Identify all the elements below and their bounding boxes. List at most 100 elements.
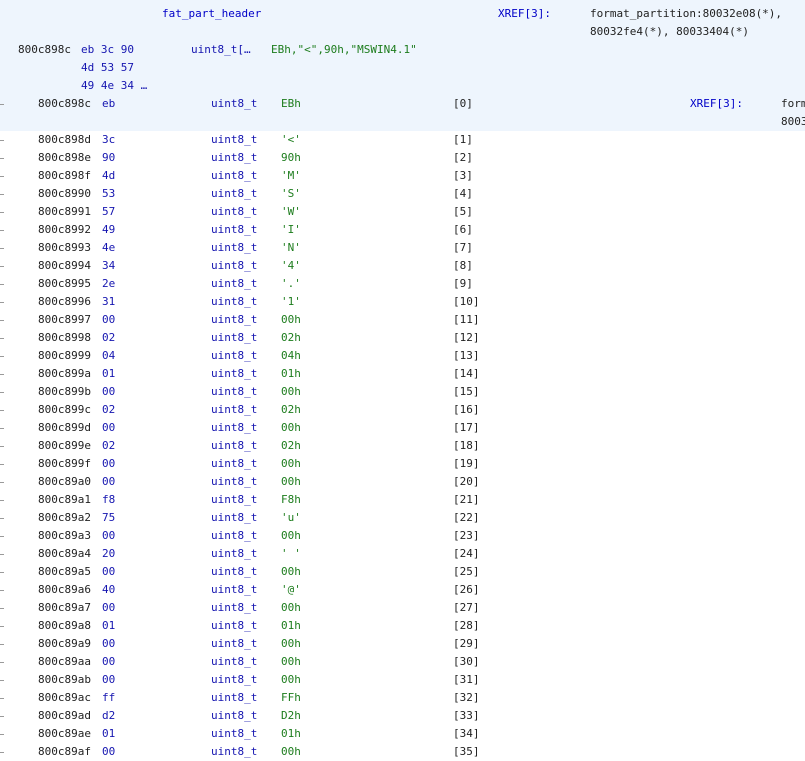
row-address[interactable]: 800c89ae <box>38 725 91 743</box>
row-type[interactable]: uint8_t <box>211 131 257 149</box>
listing-row[interactable]: 800c8997 00 uint8_t 00h [11] <box>0 311 805 329</box>
row-address[interactable]: 800c899f <box>38 455 91 473</box>
listing-row[interactable]: 800c899d 00 uint8_t 00h [17] <box>0 419 805 437</box>
listing-row[interactable]: 800c8993 4e uint8_t 'N' [7] <box>0 239 805 257</box>
listing-row[interactable]: 800c89a9 00 uint8_t 00h [29] <box>0 635 805 653</box>
listing-row[interactable]: 800c8994 34 uint8_t '4' [8] <box>0 257 805 275</box>
row-address[interactable]: 800c8994 <box>38 257 91 275</box>
row-address[interactable]: 800c8995 <box>38 275 91 293</box>
row-address[interactable]: 800c898e <box>38 149 91 167</box>
first-element-xref-2[interactable]: 8003 <box>781 113 805 131</box>
row-address[interactable]: 800c8990 <box>38 185 91 203</box>
listing-row[interactable]: 800c89a3 00 uint8_t 00h [23] <box>0 527 805 545</box>
row-type[interactable]: uint8_t <box>211 401 257 419</box>
listing-row[interactable]: 800c89a7 00 uint8_t 00h [27] <box>0 599 805 617</box>
first-element-type[interactable]: uint8_t <box>211 95 257 113</box>
listing-row[interactable]: 800c89a6 40 uint8_t '@' [26] <box>0 581 805 599</box>
row-address[interactable]: 800c8993 <box>38 239 91 257</box>
row-address[interactable]: 800c8992 <box>38 221 91 239</box>
row-address[interactable]: 800c89ab <box>38 671 91 689</box>
row-type[interactable]: uint8_t <box>211 581 257 599</box>
row-type[interactable]: uint8_t <box>211 293 257 311</box>
row-type[interactable]: uint8_t <box>211 437 257 455</box>
listing-row[interactable]: 800c8998 02 uint8_t 02h [12] <box>0 329 805 347</box>
listing-row[interactable]: 800c89ad d2 uint8_t D2h [33] <box>0 707 805 725</box>
struct-address[interactable]: 800c898c <box>18 41 71 59</box>
listing-row[interactable]: 800c89a4 20 uint8_t ' ' [24] <box>0 545 805 563</box>
listing-row[interactable]: 800c89a0 00 uint8_t 00h [20] <box>0 473 805 491</box>
row-address[interactable]: 800c89ac <box>38 689 91 707</box>
row-address[interactable]: 800c8997 <box>38 311 91 329</box>
row-address[interactable]: 800c899e <box>38 437 91 455</box>
first-element-xref-1[interactable]: form <box>781 95 805 113</box>
row-type[interactable]: uint8_t <box>211 167 257 185</box>
row-address[interactable]: 800c8998 <box>38 329 91 347</box>
row-type[interactable]: uint8_t <box>211 563 257 581</box>
row-address[interactable]: 800c89a8 <box>38 617 91 635</box>
row-type[interactable]: uint8_t <box>211 275 257 293</box>
listing-row[interactable]: 800c89ae 01 uint8_t 01h [34] <box>0 725 805 743</box>
row-type[interactable]: uint8_t <box>211 707 257 725</box>
row-address[interactable]: 800c8999 <box>38 347 91 365</box>
row-type[interactable]: uint8_t <box>211 203 257 221</box>
listing-row[interactable]: 800c89af 00 uint8_t 00h [35] <box>0 743 805 761</box>
struct-label[interactable]: fat_part_header <box>162 5 261 23</box>
row-type[interactable]: uint8_t <box>211 545 257 563</box>
row-type[interactable]: uint8_t <box>211 617 257 635</box>
row-type[interactable]: uint8_t <box>211 455 257 473</box>
listing-row[interactable]: 800c899a 01 uint8_t 01h [14] <box>0 365 805 383</box>
row-address[interactable]: 800c899d <box>38 419 91 437</box>
row-address[interactable]: 800c89a1 <box>38 491 91 509</box>
row-address[interactable]: 800c898f <box>38 167 91 185</box>
listing-row[interactable]: 800c89aa 00 uint8_t 00h [30] <box>0 653 805 671</box>
listing-row[interactable]: 800c898d 3c uint8_t '<' [1] <box>0 131 805 149</box>
row-type[interactable]: uint8_t <box>211 599 257 617</box>
row-type[interactable]: uint8_t <box>211 491 257 509</box>
row-type[interactable]: uint8_t <box>211 239 257 257</box>
first-element-address[interactable]: 800c898c <box>38 95 91 113</box>
row-address[interactable]: 800c8991 <box>38 203 91 221</box>
listing-row[interactable]: 800c8999 04 uint8_t 04h [13] <box>0 347 805 365</box>
row-type[interactable]: uint8_t <box>211 473 257 491</box>
listing-row[interactable]: 800c89ab 00 uint8_t 00h [31] <box>0 671 805 689</box>
row-type[interactable]: uint8_t <box>211 185 257 203</box>
listing-row[interactable]: 800c89a2 75 uint8_t 'u' [22] <box>0 509 805 527</box>
row-type[interactable]: uint8_t <box>211 671 257 689</box>
row-type[interactable]: uint8_t <box>211 527 257 545</box>
struct-type[interactable]: uint8_t[… <box>191 41 251 59</box>
listing-row[interactable]: 800c8990 53 uint8_t 'S' [4] <box>0 185 805 203</box>
listing-row[interactable]: 800c898f 4d uint8_t 'M' [3] <box>0 167 805 185</box>
row-type[interactable]: uint8_t <box>211 509 257 527</box>
row-type[interactable]: uint8_t <box>211 149 257 167</box>
row-type[interactable]: uint8_t <box>211 329 257 347</box>
row-type[interactable]: uint8_t <box>211 383 257 401</box>
listing-row[interactable]: 800c8992 49 uint8_t 'I' [6] <box>0 221 805 239</box>
row-address[interactable]: 800c89af <box>38 743 91 761</box>
row-type[interactable]: uint8_t <box>211 257 257 275</box>
listing-row[interactable]: 800c899e 02 uint8_t 02h [18] <box>0 437 805 455</box>
row-type[interactable]: uint8_t <box>211 221 257 239</box>
listing-row[interactable]: 800c89a8 01 uint8_t 01h [28] <box>0 617 805 635</box>
listing-row[interactable]: 800c899c 02 uint8_t 02h [16] <box>0 401 805 419</box>
listing-row[interactable]: 800c89ac ff uint8_t FFh [32] <box>0 689 805 707</box>
row-address[interactable]: 800c898d <box>38 131 91 149</box>
listing-row[interactable]: 800c898e 90 uint8_t 90h [2] <box>0 149 805 167</box>
listing-row[interactable]: 800c89a1 f8 uint8_t F8h [21] <box>0 491 805 509</box>
row-address[interactable]: 800c89aa <box>38 653 91 671</box>
row-address[interactable]: 800c89a2 <box>38 509 91 527</box>
row-type[interactable]: uint8_t <box>211 365 257 383</box>
row-type[interactable]: uint8_t <box>211 725 257 743</box>
listing-row[interactable]: 800c8996 31 uint8_t '1' [10] <box>0 293 805 311</box>
row-address[interactable]: 800c899a <box>38 365 91 383</box>
row-address[interactable]: 800c89a4 <box>38 545 91 563</box>
listing-row[interactable]: 800c899b 00 uint8_t 00h [15] <box>0 383 805 401</box>
row-type[interactable]: uint8_t <box>211 743 257 761</box>
row-type[interactable]: uint8_t <box>211 347 257 365</box>
listing-row[interactable]: 800c89a5 00 uint8_t 00h [25] <box>0 563 805 581</box>
row-address[interactable]: 800c89ad <box>38 707 91 725</box>
row-address[interactable]: 800c89a5 <box>38 563 91 581</box>
row-address[interactable]: 800c89a7 <box>38 599 91 617</box>
listing-row[interactable]: 800c8995 2e uint8_t '.' [9] <box>0 275 805 293</box>
listing-row[interactable]: 800c899f 00 uint8_t 00h [19] <box>0 455 805 473</box>
row-type[interactable]: uint8_t <box>211 689 257 707</box>
